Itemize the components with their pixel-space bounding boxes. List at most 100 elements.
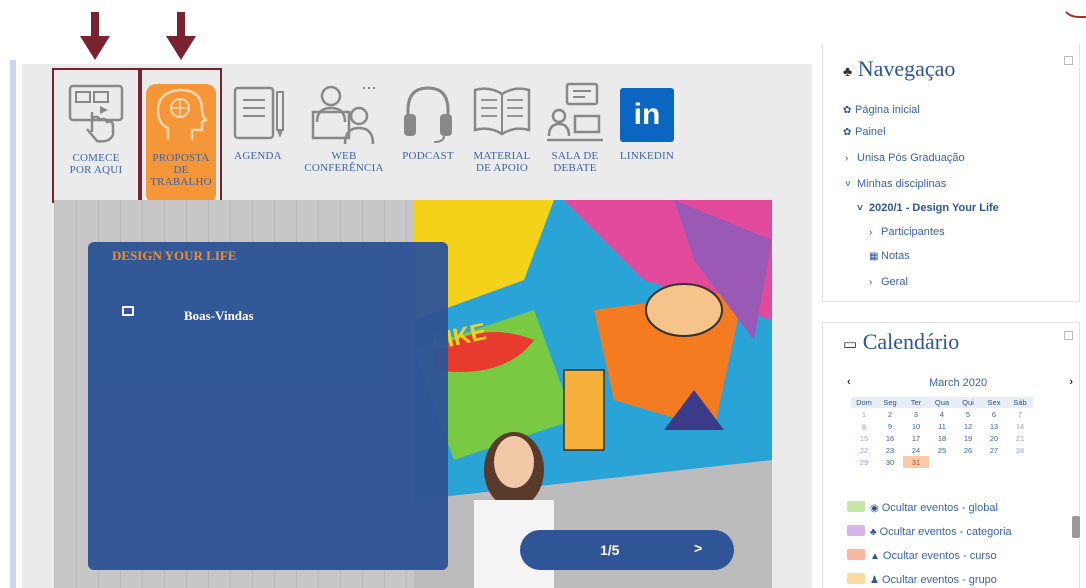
calendar-day[interactable]: 14 — [1007, 420, 1033, 432]
calendar-day[interactable]: 4 — [929, 408, 955, 420]
page-frame — [10, 60, 16, 588]
calendar-icon: ▭ — [843, 337, 858, 353]
calendar-day[interactable]: 13 — [981, 420, 1007, 432]
corner-decoration — [1060, 0, 1086, 18]
calendar-day[interactable]: 25 — [929, 444, 955, 456]
calendar-day[interactable]: 15 — [851, 432, 877, 444]
event-color-swatch — [847, 525, 865, 536]
welcome-panel: DESIGN YOUR LIFE Boas-Vindas — [88, 242, 448, 570]
calendar-day[interactable]: 6 — [981, 408, 1007, 420]
web-label: WEB CONFERÊNCIA — [304, 150, 384, 174]
nav-item-geral[interactable]: › Geral — [869, 276, 908, 288]
calendar-day[interactable]: 18 — [929, 432, 955, 444]
calendar-week-row: 1234567 — [851, 408, 1033, 420]
next-slide-button[interactable]: > — [694, 540, 702, 556]
collapse-icon[interactable] — [1064, 331, 1073, 340]
proposta-label: PROPOSTA DE TRABALHO — [150, 152, 212, 188]
calendar-day[interactable]: 31 — [903, 456, 929, 468]
collapse-icon[interactable] — [1064, 56, 1073, 65]
weekday-header: Dom — [851, 397, 877, 408]
event-color-swatch — [847, 549, 865, 560]
nav-item-minhas-disciplinas[interactable]: ˅ Minhas disciplinas — [845, 178, 946, 190]
agenda-button[interactable]: AGENDA — [222, 68, 294, 203]
calendar-day[interactable]: 8 — [851, 420, 877, 432]
podcast-button[interactable]: PODCAST — [392, 68, 464, 203]
calendar-day[interactable]: 19 — [955, 432, 981, 444]
agenda-label: AGENDA — [234, 150, 282, 162]
table-icon: ▦ — [869, 251, 879, 262]
slide-counter: 1/5 — [600, 542, 620, 558]
material-de-apoio-button[interactable]: MATERIAL DE APOIO — [464, 68, 540, 203]
sitemap-icon: ♣ — [870, 527, 877, 538]
nav-item-painel[interactable]: ✿ Painel — [843, 126, 886, 138]
calendar-week-row: 22 23 24 25 26 27 28 — [851, 444, 1033, 456]
boas-vindas-link[interactable]: Boas-Vindas — [184, 308, 254, 324]
comece-por-aqui-button[interactable]: COMECE POR AQUI — [52, 68, 140, 203]
calendar-week-row: 8 9 10 11 12 13 14 — [851, 420, 1033, 432]
linkedin-button[interactable]: in LINKEDIN — [610, 68, 684, 203]
calendar-grid: Dom Seg Ter Qua Qui Sex Sáb 1 2 3 4 5 6 7 8 9 10 1… — [851, 397, 1033, 468]
calendar-day[interactable]: 29 — [851, 456, 877, 468]
calendar-day[interactable]: 2 — [877, 408, 903, 420]
calendar-day[interactable]: 16 — [877, 432, 903, 444]
calendar-day[interactable]: 27 — [981, 444, 1007, 456]
calendar-day[interactable]: 11 — [929, 420, 955, 432]
calendar-day[interactable]: 17 — [903, 432, 929, 444]
graduation-cap-icon: ▲ — [870, 551, 880, 562]
linkedin-icon: in — [620, 88, 674, 142]
event-color-swatch — [847, 573, 865, 584]
calendar-day[interactable]: 26 — [955, 444, 981, 456]
web-conferencia-button[interactable]: WEB CONFERÊNCIA — [296, 68, 392, 203]
navigation-block: ♣ Navegaçao ✿ Página inicial ✿ Painel › Uni… — [822, 44, 1080, 302]
calendar-day — [955, 456, 981, 468]
nav-item-participantes[interactable]: › Participantes — [869, 226, 945, 238]
calendar-day[interactable]: 23 — [877, 444, 903, 456]
prev-month-button[interactable]: ‹ — [847, 376, 851, 388]
sala-de-debate-button[interactable]: SALA DE DEBATE — [540, 68, 610, 203]
calendar-day[interactable]: 28 — [1007, 444, 1033, 456]
calendar-title: ▭ Calendário — [843, 329, 960, 354]
calendar-day[interactable]: 24 — [903, 444, 929, 456]
calendar-day[interactable]: 9 — [877, 420, 903, 432]
calendar-day[interactable]: 3 — [903, 408, 929, 420]
calendar-day — [1007, 456, 1033, 468]
chevron-down-icon: ˅ — [845, 179, 851, 190]
calendar-day[interactable]: 10 — [903, 420, 929, 432]
notebook-icon — [233, 86, 284, 140]
calendar-day[interactable]: 20 — [981, 432, 1007, 444]
material-label: MATERIAL DE APOIO — [473, 150, 531, 174]
nav-item-design-your-life[interactable]: ˅ 2020/1 - Design Your Life — [857, 202, 999, 214]
hide-events-curso-toggle[interactable]: ▲ Ocultar eventos - curso — [847, 549, 997, 562]
weekday-header: Qua — [929, 397, 955, 408]
weekday-header: Sex — [981, 397, 1007, 408]
users-icon: ♟ — [870, 575, 879, 586]
dashboard-icon: ✿ — [843, 105, 852, 116]
calendar-day[interactable]: 1 — [851, 408, 877, 420]
hide-events-categoria-toggle[interactable]: ♣ Ocultar eventos - categoria — [847, 525, 1012, 538]
weekday-header: Ter — [903, 397, 929, 408]
nav-item-notas[interactable]: ▦ Notas — [869, 250, 910, 262]
proposta-de-trabalho-button[interactable]: PROPOSTA DE TRABALHO — [140, 68, 222, 204]
nav-item-unisa[interactable]: › Unisa Pós Graduação — [845, 152, 965, 164]
hide-events-grupo-toggle[interactable]: ♟ Ocultar eventos - grupo — [847, 573, 997, 586]
calendar-day[interactable]: 21 — [1007, 432, 1033, 444]
calendar-day[interactable]: 5 — [955, 408, 981, 420]
headphones-icon — [404, 86, 452, 143]
comece-label: COMECE POR AQUI — [69, 152, 123, 176]
video-conference-icon — [311, 85, 375, 145]
calendar-month: March 2020 — [929, 377, 988, 389]
scrollbar-thumb[interactable] — [1072, 516, 1080, 538]
chevron-right-icon: › — [869, 227, 873, 238]
calendar-day[interactable]: 12 — [955, 420, 981, 432]
next-month-button[interactable]: › — [1069, 376, 1073, 388]
calendar-day — [929, 456, 955, 468]
hide-events-global-toggle[interactable]: ◉ Ocultar eventos - global — [847, 501, 998, 514]
touch-screen-icon — [68, 84, 124, 143]
chat-people-icon — [547, 82, 603, 142]
calendar-day[interactable]: 22 — [851, 444, 877, 456]
calendar-day[interactable]: 30 — [877, 456, 903, 468]
calendar-day[interactable]: 7 — [1007, 408, 1033, 420]
brain-head-icon — [156, 88, 208, 140]
calendar-week-row: 29 30 31 — [851, 456, 1033, 468]
nav-item-pagina-inicial[interactable]: ✿ Página inicial — [843, 104, 920, 116]
